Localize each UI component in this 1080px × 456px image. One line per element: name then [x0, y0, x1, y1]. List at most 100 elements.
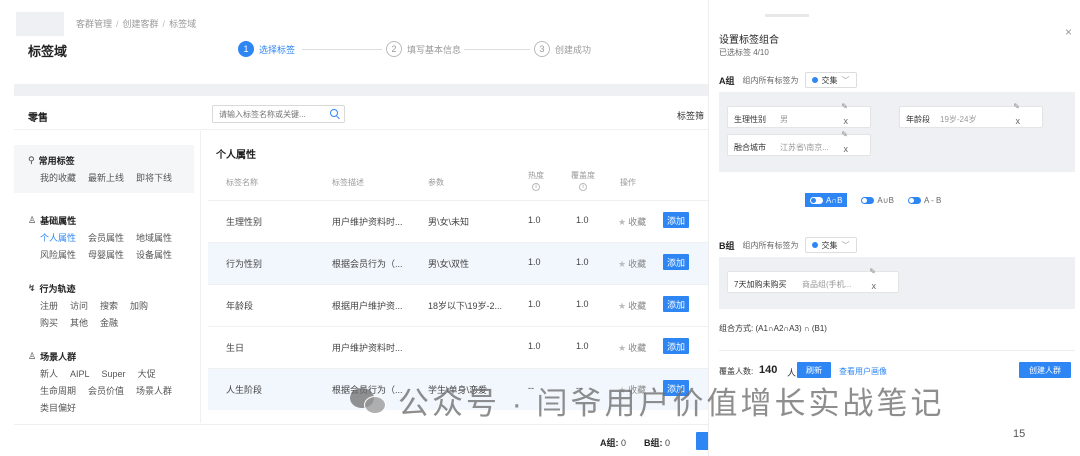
group-b-header: B组 组内所有标签为 交集 ﹀: [719, 237, 857, 253]
category-item[interactable]: 新人: [40, 366, 58, 383]
category-item[interactable]: 设备属性: [136, 247, 172, 264]
edit-icon[interactable]: ✎: [841, 102, 848, 111]
divider: [200, 131, 201, 423]
track-icon: ↯: [28, 282, 36, 293]
table-header: 标签名称 标签描述 参数 热度 i 覆盖度 i 操作: [208, 168, 708, 198]
tag-card: 年龄段 19岁-24岁 ✎ x: [899, 102, 1043, 128]
table-row[interactable]: 年龄段 根据用户维护资... 18岁以下\19岁-2... 1.0 1.0 ★ 收藏 添加: [208, 284, 708, 326]
add-tag-button[interactable]: 添加: [663, 296, 689, 312]
delete-icon[interactable]: x: [844, 144, 849, 154]
search-input[interactable]: [212, 105, 345, 123]
union-toggle[interactable]: A∪B: [861, 193, 894, 207]
create-audience-button[interactable]: 创建人群: [1019, 362, 1071, 378]
close-icon[interactable]: ×: [1065, 25, 1072, 39]
difference-toggle[interactable]: A - B: [907, 193, 941, 207]
table-row[interactable]: 行为性别 根据会员行为（... 男\女\双性 1.0 1.0 ★ 收藏 添加: [208, 242, 708, 284]
category-item[interactable]: 地域属性: [136, 230, 172, 247]
category-title: ↯ 行为轨迹: [28, 282, 76, 294]
refresh-button[interactable]: 刷新: [797, 362, 831, 378]
category-item[interactable]: 生命周期: [40, 383, 76, 400]
info-icon[interactable]: i: [579, 183, 587, 191]
category-item[interactable]: Super: [102, 366, 126, 383]
selected-count: 已选标签 4/10: [719, 48, 769, 57]
search-icon[interactable]: [330, 109, 338, 117]
category-item[interactable]: 类目偏好: [40, 400, 76, 417]
group-a-box: 生理性别 男 ✎ x 年龄段 19岁-24岁 ✎ x 融合城市 江苏省\南京..…: [719, 92, 1075, 172]
favorite-button[interactable]: ★ 收藏: [618, 215, 646, 228]
delete-icon[interactable]: x: [844, 116, 849, 126]
category-item[interactable]: 最新上线: [88, 170, 124, 187]
tag-filter-label[interactable]: 标签筛: [677, 109, 704, 122]
category-item[interactable]: 会员价值: [88, 383, 124, 400]
add-tag-button[interactable]: 添加: [663, 254, 689, 270]
breadcrumb-item[interactable]: 客群管理: [76, 19, 112, 29]
panel-handle: [765, 14, 809, 17]
category-item[interactable]: 我的收藏: [40, 170, 76, 187]
favorite-button[interactable]: ★ 收藏: [618, 299, 646, 312]
delete-icon[interactable]: x: [1016, 116, 1021, 126]
category-item[interactable]: 即将下线: [136, 170, 172, 187]
category-group: ↯ 行为轨迹注册 访问 搜索 加购购买 其他 金融: [14, 273, 194, 333]
edit-icon[interactable]: ✎: [869, 267, 876, 276]
step-connector: [464, 49, 530, 50]
cell-heat: 1.0: [528, 257, 541, 267]
favorite-button[interactable]: ★ 收藏: [618, 341, 646, 354]
category-item[interactable]: AIPL: [70, 366, 90, 383]
cell-heat: 1.0: [528, 215, 541, 225]
breadcrumb-item[interactable]: 创建客群: [123, 19, 159, 29]
category-title: ♙ 场景人群: [28, 350, 77, 362]
header-heat: 热度 i: [528, 171, 544, 191]
view-profile-link[interactable]: 查看用户画像: [839, 366, 887, 377]
category-item[interactable]: 母婴属性: [88, 247, 124, 264]
group-b-count: B组: 0: [644, 438, 671, 448]
table-row[interactable]: 生日 用户维护资料时... 1.0 1.0 ★ 收藏 添加: [208, 326, 708, 368]
cell-coverage: 1.0: [576, 341, 589, 351]
table-row[interactable]: 人生阶段 根据会员行为（... 学生\单身\恋爱 -- -- ★ 收藏 添加: [208, 368, 708, 410]
category-item[interactable]: 加购: [130, 298, 148, 315]
category-item[interactable]: 会员属性: [88, 230, 124, 247]
pin-icon: ⚲: [28, 154, 35, 165]
favorite-button[interactable]: ★ 收藏: [618, 383, 646, 396]
cell-name: 年龄段: [226, 301, 254, 311]
delete-icon[interactable]: x: [872, 281, 877, 291]
star-icon: ★: [618, 385, 627, 395]
group-a-logic-select[interactable]: 交集 ﹀: [804, 72, 857, 88]
cell-desc: 根据会员行为（...: [332, 385, 403, 395]
panel-title: 设置标签组合: [719, 35, 779, 46]
table-row[interactable]: 生理性别 用户维护资料时... 男\女\未知 1.0 1.0 ★ 收藏 添加: [208, 200, 708, 242]
star-icon: ★: [618, 343, 627, 353]
category-item[interactable]: 其他: [70, 315, 88, 332]
star-icon: ★: [618, 259, 627, 269]
category-item[interactable]: 个人属性: [40, 230, 76, 247]
header-desc: 标签描述: [332, 178, 364, 187]
favorite-button[interactable]: ★ 收藏: [618, 257, 646, 270]
add-tag-button[interactable]: 添加: [663, 380, 689, 396]
edit-icon[interactable]: ✎: [1013, 102, 1020, 111]
add-tag-button[interactable]: 添加: [663, 212, 689, 228]
category-item[interactable]: 场景人群: [136, 383, 172, 400]
category-item[interactable]: 搜索: [100, 298, 118, 315]
category-item[interactable]: 注册: [40, 298, 58, 315]
step-indicator: 1 选择标签 2 填写基本信息 3 创建成功: [238, 40, 708, 60]
add-tag-button[interactable]: 添加: [663, 338, 689, 354]
category-item[interactable]: 金融: [100, 315, 118, 332]
category-item[interactable]: 风险属性: [40, 247, 76, 264]
group-b-logic-select[interactable]: 交集 ﹀: [804, 237, 857, 253]
step-created: 3 创建成功: [534, 40, 591, 58]
header-ops: 操作: [620, 178, 636, 187]
cell-coverage: 1.0: [576, 299, 589, 309]
section-header: 零售 标签筛: [14, 100, 708, 130]
edit-icon[interactable]: ✎: [841, 130, 848, 139]
intersection-toggle[interactable]: A∩B: [805, 193, 848, 207]
info-icon[interactable]: i: [532, 183, 540, 191]
category-item[interactable]: 大促: [138, 366, 156, 383]
category-item[interactable]: 访问: [70, 298, 88, 315]
category-item[interactable]: 购买: [40, 315, 58, 332]
bottom-bar: A组: 0 B组: 0 设置标签组合: [14, 424, 768, 456]
set-operators: A∩B A∪B A - B: [805, 193, 955, 207]
coverage-value: 140: [759, 364, 778, 376]
cell-param: 男\女\双性: [428, 259, 470, 269]
cell-desc: 用户维护资料时...: [332, 343, 403, 353]
cell-name: 生理性别: [226, 217, 263, 227]
group-a-header: A组 组内所有标签为 交集 ﹀: [719, 72, 857, 88]
